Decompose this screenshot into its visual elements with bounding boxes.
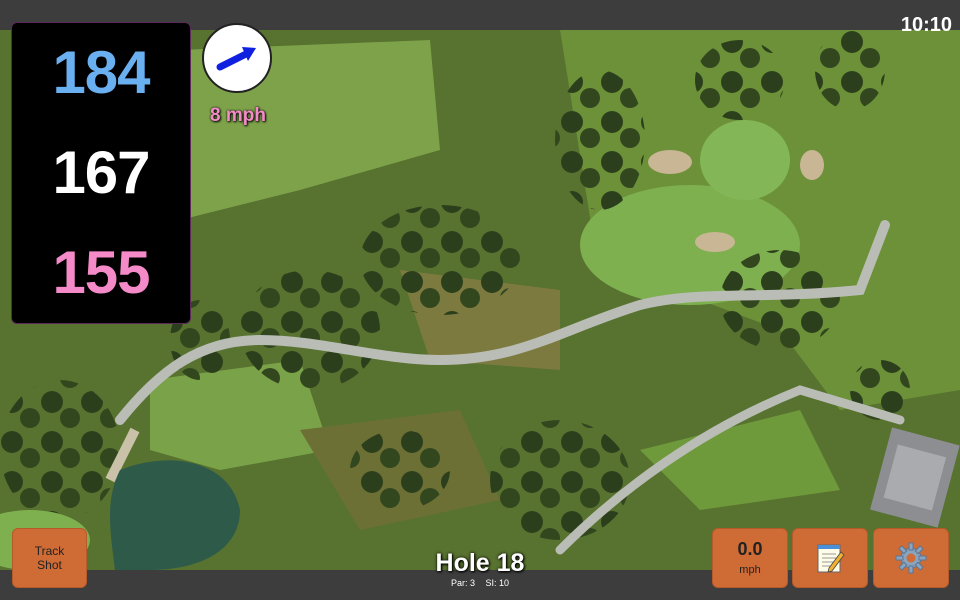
speed-value: 0.0 <box>737 539 763 560</box>
wind-indicator <box>202 23 272 93</box>
distance-back: 184 <box>52 39 150 106</box>
track-shot-label-line2: Shot <box>37 558 62 572</box>
distance-panel: 184 167 155 <box>11 22 191 324</box>
notepad-icon <box>817 544 845 573</box>
wind-arrow-icon <box>216 47 256 71</box>
hole-title: Hole 18 <box>435 549 525 577</box>
hole-info: Par: 3 SI: 10 <box>400 578 560 588</box>
hole-stroke-index: SI: 10 <box>485 578 510 588</box>
clock: 10:10 <box>900 14 952 36</box>
distance-front: 155 <box>52 239 150 306</box>
settings-button[interactable] <box>873 528 949 588</box>
speed-button[interactable]: 0.0 mph <box>712 528 788 588</box>
hole-par: Par: 3 <box>450 578 475 588</box>
gear-icon <box>895 542 927 574</box>
speed-unit: mph <box>739 563 761 576</box>
track-shot-label-line1: Track <box>34 543 65 558</box>
wind-speed: 8 mph <box>210 105 266 126</box>
distance-middle: 167 <box>52 139 150 206</box>
notes-button[interactable] <box>792 528 868 588</box>
track-shot-button[interactable]: Track Shot <box>12 528 87 588</box>
